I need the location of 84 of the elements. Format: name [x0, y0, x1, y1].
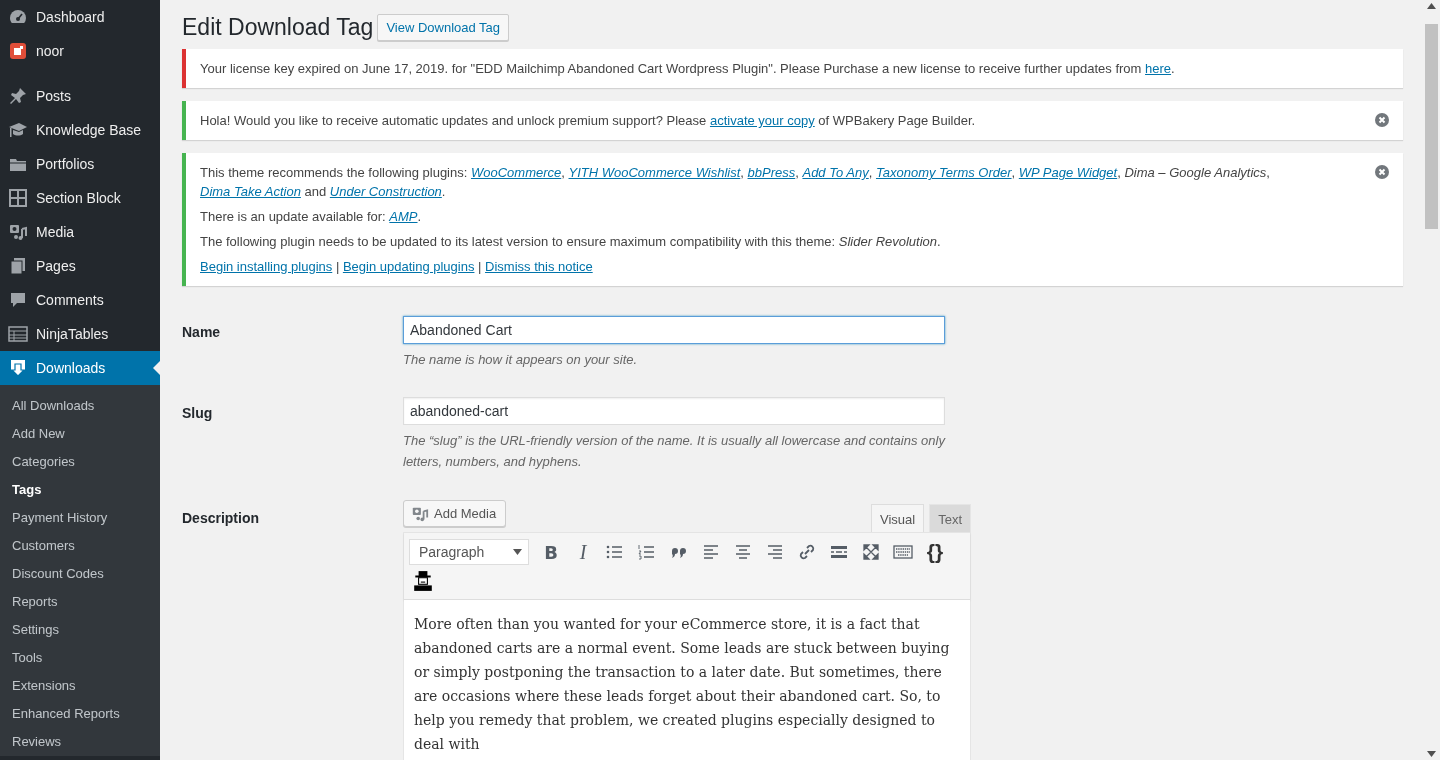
- notice-link[interactable]: activate your copy: [709, 113, 815, 128]
- menu-item[interactable]: Portfolios: [0, 147, 160, 181]
- notice-link[interactable]: Taxonomy Terms Order: [875, 165, 1012, 180]
- media-icon: [8, 222, 28, 242]
- submenu-item[interactable]: All Downloads: [0, 392, 160, 420]
- notice-link[interactable]: Dima Take Action: [200, 184, 301, 199]
- align-center-icon: [733, 542, 753, 562]
- grid-icon: [8, 188, 28, 208]
- square-logo-icon: [8, 41, 28, 61]
- notice-link[interactable]: here: [1145, 61, 1172, 76]
- notice-text: Hola! Would you like to receive automatic updates and unlock premium support? Please activate your copy of WPBakery Page Builder.: [200, 112, 977, 130]
- keyboard-icon: [893, 542, 913, 562]
- menu-item[interactable]: Knowledge Base: [0, 113, 160, 147]
- scrollbar-thumb[interactable]: [1425, 24, 1438, 229]
- notice-link[interactable]: YITH WooCommerce Wishlist: [568, 165, 741, 180]
- hat-figure-icon: [412, 570, 434, 592]
- page-title: Edit Download Tag: [182, 14, 374, 41]
- text-input[interactable]: Abandoned Cart: [403, 316, 945, 344]
- notice-text: This theme recommends the following plugins: WooCommerce, YITH WooCommerce Wishlist, bbPress, Add To Any, Taxonomy Terms Order, WP Page Widget, Dima – Google Analytics, Dima Take Action and Under Construction.: [200, 164, 1271, 201]
- field-hint: The “slug” is the URL-friendly version of the name. It is usually all lowercase and contains only letters, numbers, and hyphens.: [403, 432, 947, 471]
- notice-link[interactable]: Add To Any: [802, 165, 869, 180]
- download-icon: [8, 358, 28, 378]
- menu-item[interactable]: Section Block: [0, 181, 160, 215]
- editor-tab[interactable]: Visual: [870, 504, 925, 532]
- notice-text: The following plugin needs to be updated to its latest version to ensure maximum compatibility with this theme: Slider Revolution.: [200, 233, 942, 251]
- fullscreen-icon: [861, 542, 881, 562]
- code-braces-button[interactable]: {}: [921, 540, 949, 564]
- menu-item[interactable]: Media: [0, 215, 160, 249]
- align-left-icon: [701, 542, 721, 562]
- align-right-icon: [765, 542, 785, 562]
- submenu-item[interactable]: Reviews: [0, 728, 160, 756]
- menu-item[interactable]: Downloads: [0, 351, 160, 385]
- notice-link[interactable]: WooCommerce: [470, 165, 562, 180]
- link-icon: [797, 542, 817, 562]
- field-label: Slug: [182, 404, 214, 423]
- submenu-item[interactable]: Enhanced Reports: [0, 700, 160, 728]
- menu-item[interactable]: Dashboard: [0, 0, 160, 34]
- menu-item[interactable]: noor: [0, 34, 160, 68]
- editor-tab[interactable]: Text: [929, 504, 971, 532]
- field-label: Name: [182, 323, 222, 342]
- notice-text: Your license key expired on June 17, 2019. for "EDD Mailchimp Abandoned Cart Wordpress Plugin". Please Purchase a new license to receive further updates from here.: [200, 60, 1176, 78]
- submenu-item[interactable]: Categories: [0, 448, 160, 476]
- notice-text: Begin installing plugins | Begin updating plugins | Dismiss this notice: [200, 258, 594, 276]
- pushpin-icon: [8, 86, 28, 106]
- submenu-item[interactable]: Tags: [0, 476, 160, 504]
- menu-item[interactable]: Comments: [0, 283, 160, 317]
- notice-link[interactable]: Begin updating plugins: [342, 259, 475, 274]
- submenu-item[interactable]: Tools: [0, 644, 160, 672]
- notice-link[interactable]: Dismiss this notice: [485, 259, 593, 274]
- bold-button[interactable]: B: [537, 540, 565, 564]
- menu-item[interactable]: Posts: [0, 79, 160, 113]
- view-tag-button[interactable]: View Download Tag: [377, 14, 510, 41]
- dropdown-value: Paragraph: [419, 544, 485, 560]
- pages-icon: [8, 256, 28, 276]
- submenu-item[interactable]: Customers: [0, 532, 160, 560]
- menu-item[interactable]: Pages: [0, 249, 160, 283]
- notice-link[interactable]: WP Page Widget: [1018, 165, 1118, 180]
- field-hint: The name is how it appears on your site.: [403, 351, 639, 369]
- table-icon: [8, 324, 28, 344]
- submenu-item[interactable]: Reports: [0, 588, 160, 616]
- scroll-down-icon: [1427, 751, 1436, 757]
- caret-down-icon: [513, 549, 522, 555]
- format-dropdown[interactable]: Paragraph: [409, 539, 529, 565]
- notice-text: There is an update available for: AMP.: [200, 208, 423, 226]
- submenu-item[interactable]: Add New: [0, 420, 160, 448]
- dismiss-icon[interactable]: [1375, 165, 1389, 179]
- text-input[interactable]: abandoned-cart: [403, 397, 945, 425]
- scroll-up-icon: [1427, 3, 1436, 9]
- add-media-button[interactable]: Add Media: [403, 500, 507, 527]
- submenu-item[interactable]: Settings: [0, 616, 160, 644]
- submenu-item[interactable]: Payment History: [0, 504, 160, 532]
- italic-button[interactable]: I: [569, 540, 597, 564]
- graduation-cap-icon: [8, 120, 28, 140]
- notice-link[interactable]: AMP: [389, 209, 418, 224]
- numbered-list-icon: [637, 542, 657, 562]
- editor-text[interactable]: More often than you wanted for your eCommerce store, it is a fact that abandoned carts are a normal event. Some leads are stuck between buying or simply postponing the transaction to a later date. But sometimes, there are occasions where these leads forget about their abandoned cart. So, to help you remedy that problem, we created plugins especially designed to deal with: [404, 600, 970, 760]
- notice-link[interactable]: Under Construction: [329, 184, 442, 199]
- menu-item[interactable]: NinjaTables: [0, 317, 160, 351]
- notice-link[interactable]: Begin installing plugins: [200, 259, 333, 274]
- dismiss-icon[interactable]: [1375, 113, 1389, 127]
- submenu-item[interactable]: Extensions: [0, 672, 160, 700]
- field-label: Description: [182, 509, 260, 528]
- submenu-item[interactable]: Discount Codes: [0, 560, 160, 588]
- speech-bubble-icon: [8, 290, 28, 310]
